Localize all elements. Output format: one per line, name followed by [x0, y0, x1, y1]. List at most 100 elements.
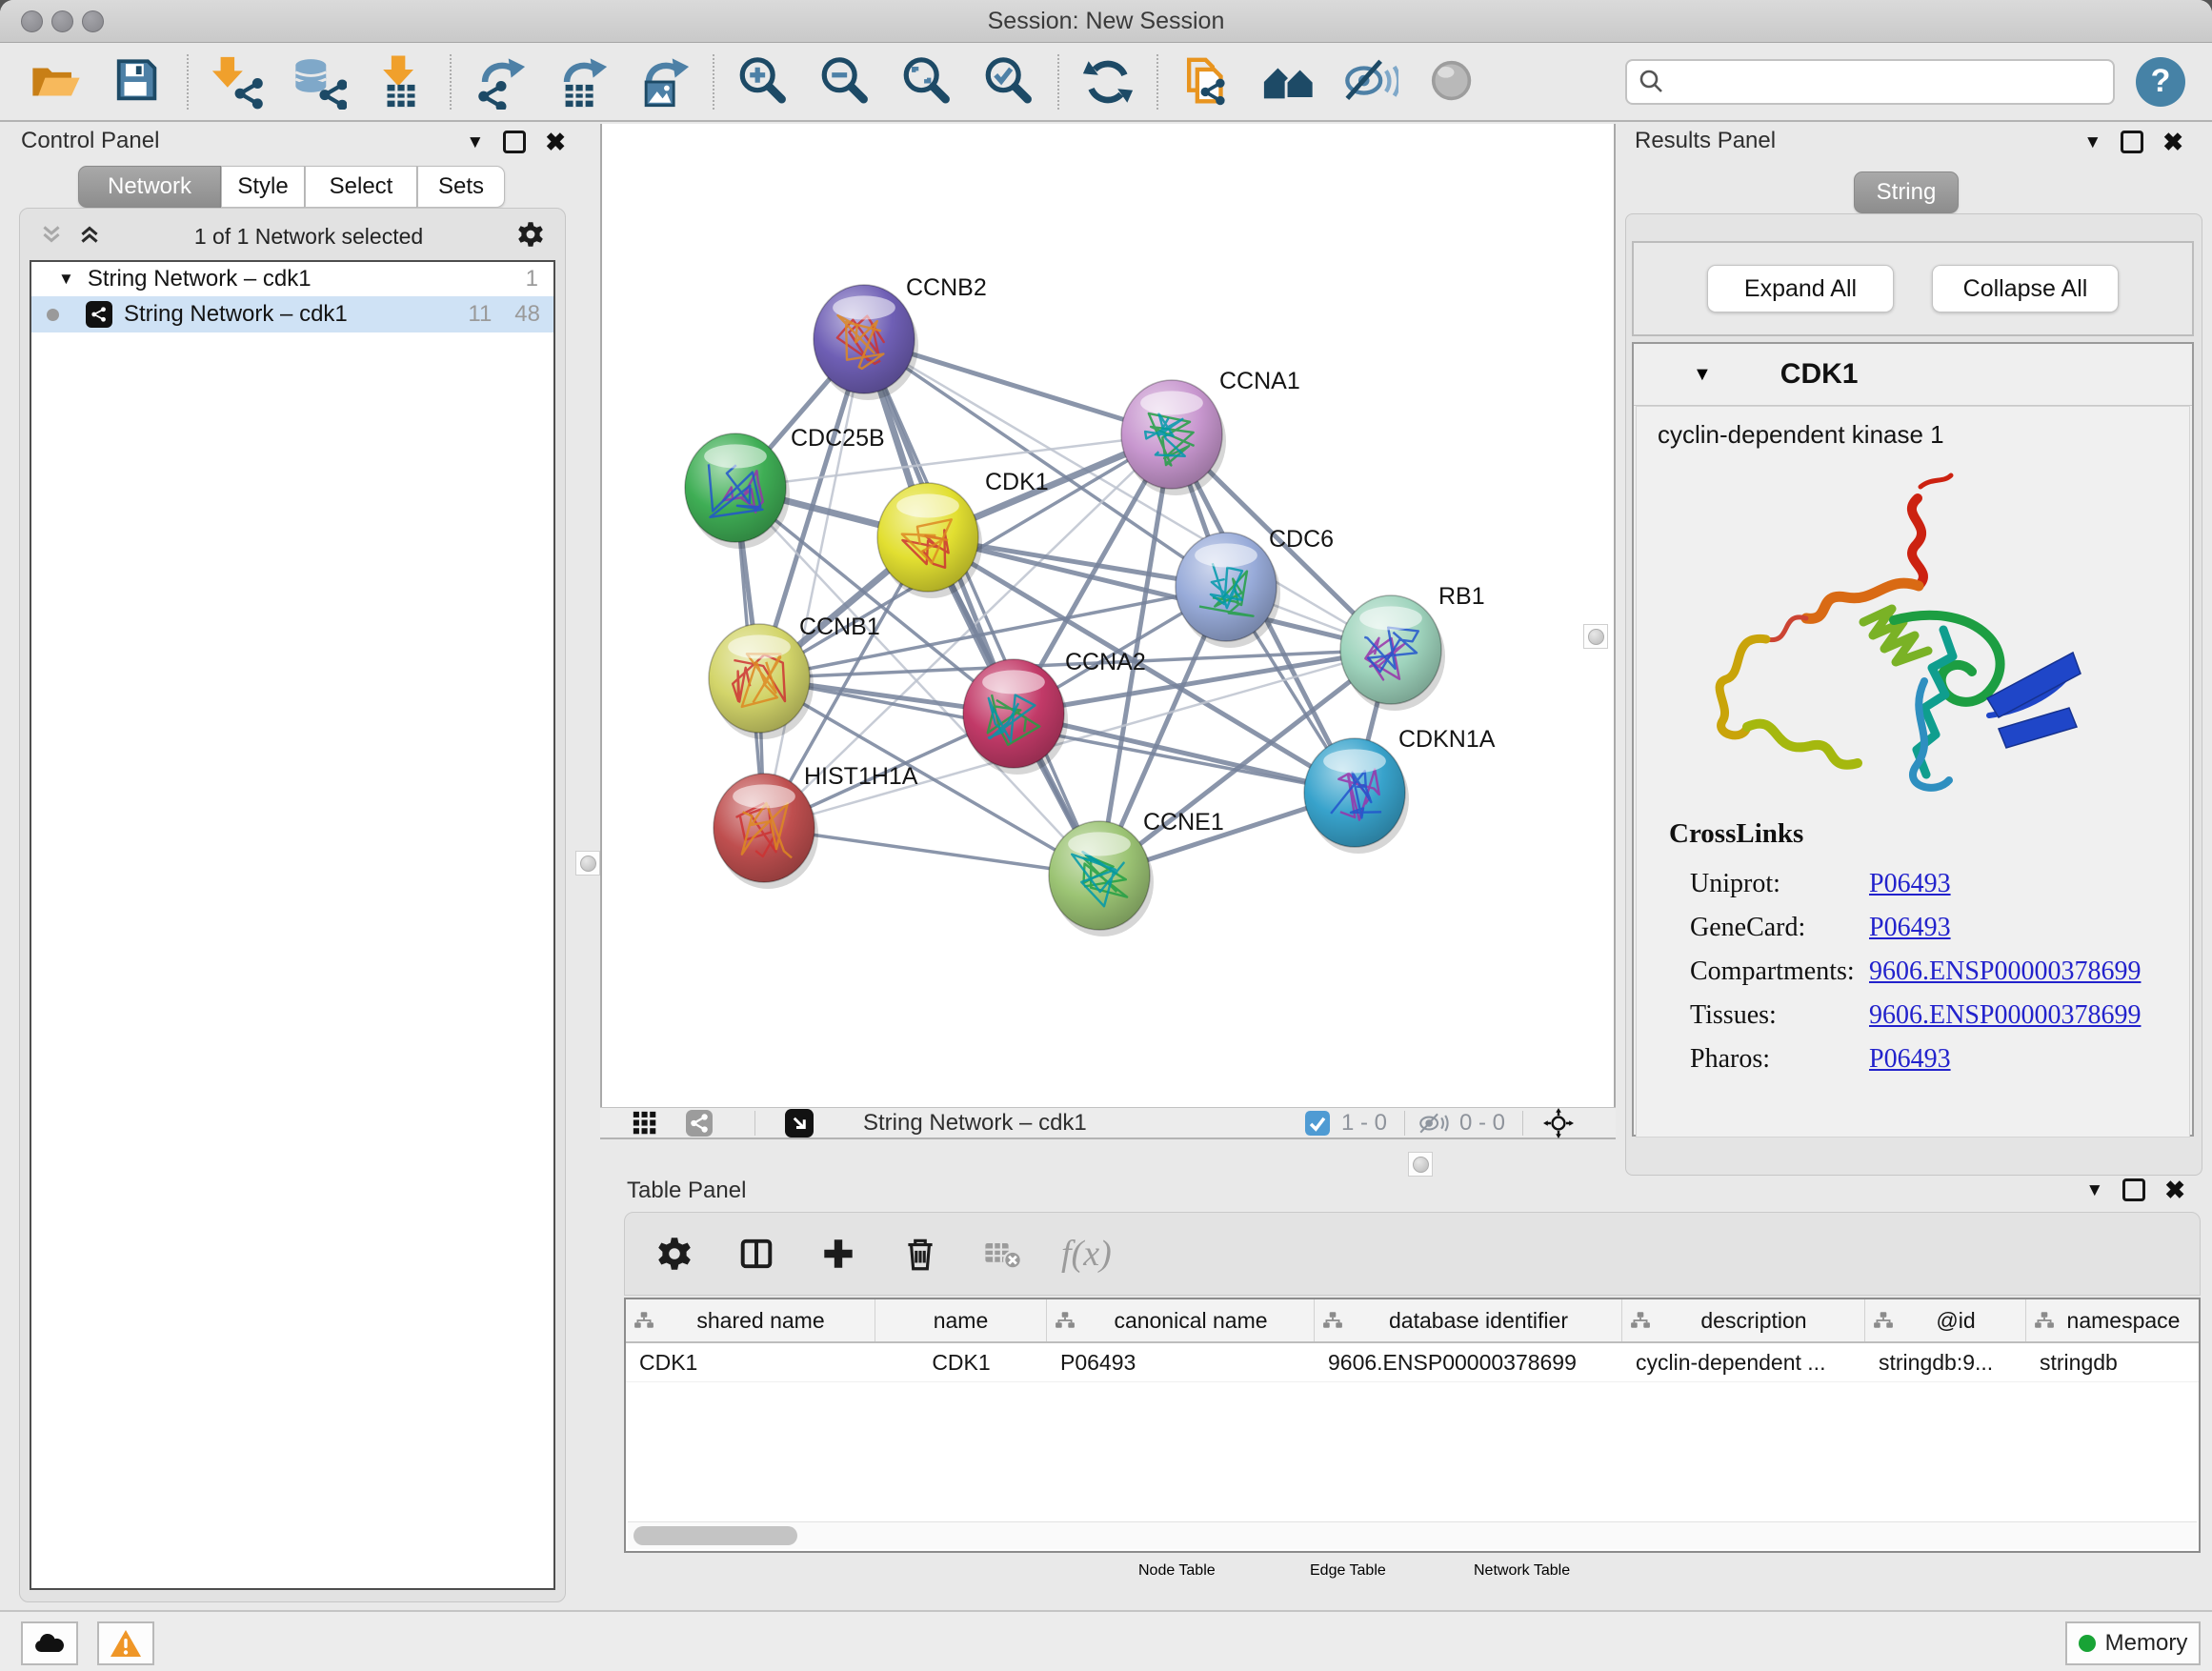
- selected-checkbox-icon[interactable]: [1305, 1110, 1330, 1137]
- memory-button[interactable]: Memory: [2065, 1621, 2201, 1665]
- tab-node-table[interactable]: Node Table: [1138, 1562, 1310, 1580]
- table-panel-float-icon[interactable]: [2122, 1178, 2145, 1201]
- table-cell[interactable]: CDK1: [875, 1350, 1047, 1376]
- node-CCNB2[interactable]: CCNB2: [814, 274, 987, 400]
- birds-eye-view-icon[interactable]: [633, 1110, 657, 1137]
- tab-string[interactable]: String: [1854, 171, 1959, 213]
- expand-all-icon[interactable]: [77, 222, 102, 252]
- scrollbar-thumb[interactable]: [633, 1526, 797, 1545]
- home-network-button[interactable]: [1258, 50, 1319, 113]
- table-cell[interactable]: stringdb:9...: [1865, 1350, 2026, 1376]
- tab-network[interactable]: Network: [78, 166, 221, 208]
- network-canvas[interactable]: CCNB2CCNA1CDC25BCDK1CDC6RB1CCNB1CCNA2CDK…: [600, 124, 1616, 1107]
- column-header-name[interactable]: name: [875, 1299, 1047, 1341]
- column-header-id[interactable]: @id: [1865, 1299, 2026, 1341]
- network-row-selected[interactable]: String Network – cdk1 11 48: [31, 296, 553, 332]
- create-column-plus-icon[interactable]: [815, 1231, 861, 1277]
- export-table-button[interactable]: [552, 50, 613, 113]
- network-list: ▼ String Network – cdk1 1 String Network…: [30, 260, 555, 1590]
- zoom-out-button[interactable]: [814, 50, 875, 113]
- table-cell[interactable]: cyclin-dependent ...: [1622, 1350, 1865, 1376]
- edge-CCNB2-HIST1H1A[interactable]: [764, 339, 864, 828]
- network-options-gear-icon[interactable]: [515, 219, 546, 254]
- crosslink-link[interactable]: P06493: [1869, 1044, 1951, 1075]
- table-panel-menu-icon[interactable]: ▼: [2085, 1181, 2103, 1199]
- tab-sets[interactable]: Sets: [417, 166, 505, 208]
- tree-expander-icon[interactable]: ▼: [58, 270, 74, 289]
- tab-network-table[interactable]: Network Table: [1474, 1562, 1678, 1580]
- column-header-namespace[interactable]: namespace: [2026, 1299, 2201, 1341]
- results-panel-close-icon[interactable]: ✖: [2162, 130, 2183, 154]
- bottom-splitter-handle[interactable]: [1408, 1152, 1433, 1177]
- node-RB1[interactable]: RB1: [1340, 583, 1485, 711]
- function-builder-icon[interactable]: f(x): [1061, 1231, 1112, 1277]
- export-network-button[interactable]: [470, 50, 531, 113]
- cloud-button[interactable]: [21, 1621, 78, 1665]
- import-network-file-button[interactable]: [207, 50, 268, 113]
- table-horizontal-scrollbar[interactable]: [628, 1521, 2197, 1549]
- crosslink-link[interactable]: P06493: [1869, 913, 1951, 943]
- import-network-database-button[interactable]: [289, 50, 350, 113]
- table-panel-close-icon[interactable]: ✖: [2164, 1178, 2185, 1202]
- fit-selected-crosshair-icon[interactable]: [1543, 1110, 1574, 1137]
- search-input[interactable]: [1625, 59, 2115, 105]
- export-image-button[interactable]: [633, 50, 694, 113]
- node-CCNE1[interactable]: CCNE1: [1049, 809, 1224, 936]
- collapse-all-icon[interactable]: [39, 222, 64, 252]
- table-row[interactable]: CDK1CDK1P064939606.ENSP00000378699cyclin…: [626, 1343, 2199, 1382]
- control-panel-close-icon[interactable]: ✖: [545, 130, 566, 154]
- node-CDC25B[interactable]: CDC25B: [685, 425, 885, 549]
- node-label-CCNA1: CCNA1: [1219, 368, 1300, 394]
- network-collection-row[interactable]: ▼ String Network – cdk1 1: [31, 262, 553, 296]
- hide-selected-button[interactable]: [1340, 50, 1401, 113]
- results-panel-float-icon[interactable]: [2121, 131, 2143, 153]
- show-hidden-button[interactable]: [1422, 50, 1483, 113]
- crosslink-link[interactable]: P06493: [1869, 869, 1951, 899]
- results-panel-menu-icon[interactable]: ▼: [2083, 133, 2101, 151]
- left-splitter-handle[interactable]: [575, 851, 600, 876]
- share-network-icon[interactable]: [686, 1110, 713, 1137]
- column-header-database-identifier[interactable]: database identifier: [1315, 1299, 1622, 1341]
- control-panel-float-icon[interactable]: [503, 131, 526, 153]
- status-bar: Memory: [0, 1610, 2212, 1671]
- node-CDKN1A[interactable]: CDKN1A: [1304, 726, 1496, 854]
- import-table-button[interactable]: [371, 50, 432, 113]
- crosslink-link[interactable]: 9606.ENSP00000378699: [1869, 956, 2141, 987]
- right-splitter-handle[interactable]: [1583, 624, 1608, 649]
- table-cell[interactable]: CDK1: [626, 1350, 875, 1376]
- close-window-icon[interactable]: [21, 10, 43, 32]
- show-column-icon[interactable]: [734, 1231, 779, 1277]
- gene-expander-icon[interactable]: ▼: [1693, 364, 1712, 386]
- tab-edge-table[interactable]: Edge Table: [1310, 1562, 1474, 1580]
- new-network-from-selection-button[interactable]: [1176, 50, 1237, 113]
- zoom-in-button[interactable]: [733, 50, 794, 113]
- crosslink-link[interactable]: 9606.ENSP00000378699: [1869, 1000, 2141, 1031]
- refresh-view-button[interactable]: [1077, 50, 1138, 113]
- table-options-gear-icon[interactable]: [652, 1231, 697, 1277]
- table-cell[interactable]: stringdb: [2026, 1350, 2201, 1376]
- control-panel-menu-icon[interactable]: ▼: [466, 133, 484, 151]
- column-header-canonical-name[interactable]: canonical name: [1047, 1299, 1315, 1341]
- node-HIST1H1A[interactable]: HIST1H1A: [714, 763, 918, 889]
- collapse-all-button[interactable]: Collapse All: [1932, 265, 2119, 312]
- table-cell[interactable]: P06493: [1047, 1350, 1315, 1376]
- open-file-button[interactable]: [26, 50, 87, 113]
- open-in-browser-icon[interactable]: [785, 1110, 814, 1137]
- warnings-button[interactable]: [97, 1621, 154, 1665]
- expand-all-button[interactable]: Expand All: [1707, 265, 1894, 312]
- zoom-selected-button[interactable]: [978, 50, 1039, 113]
- delete-column-trash-icon[interactable]: [897, 1231, 943, 1277]
- zoom-fit-button[interactable]: [896, 50, 957, 113]
- column-header-shared-name[interactable]: shared name: [626, 1299, 875, 1341]
- column-header-description[interactable]: description: [1622, 1299, 1865, 1341]
- minimize-window-icon[interactable]: [51, 10, 73, 32]
- node-CCNB1[interactable]: CCNB1: [709, 614, 880, 739]
- tab-select[interactable]: Select: [305, 166, 417, 208]
- delete-table-icon[interactable]: [979, 1231, 1025, 1277]
- maximize-window-icon[interactable]: [82, 10, 104, 32]
- node-CCNA1[interactable]: CCNA1: [1121, 368, 1300, 495]
- tab-style[interactable]: Style: [221, 166, 305, 208]
- help-button[interactable]: ?: [2136, 57, 2185, 107]
- save-session-button[interactable]: [108, 50, 169, 113]
- table-cell[interactable]: 9606.ENSP00000378699: [1315, 1350, 1622, 1376]
